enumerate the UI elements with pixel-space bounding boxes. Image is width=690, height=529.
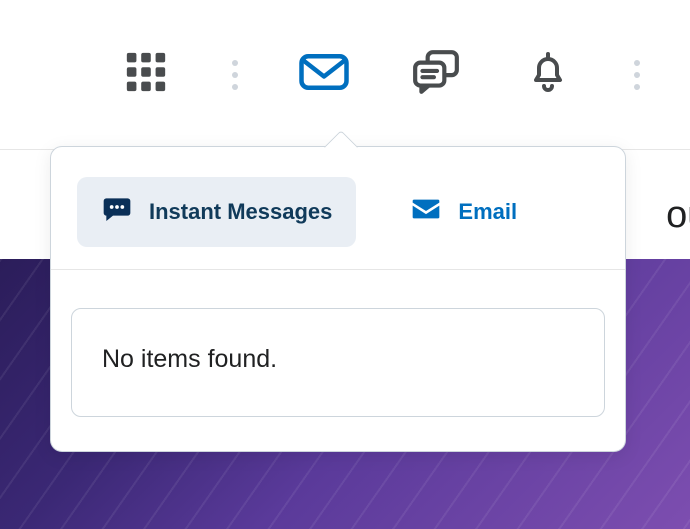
overflow-menu-2[interactable]: [632, 60, 642, 90]
tab-email-label: Email: [458, 199, 517, 225]
envelope-solid-icon: [410, 193, 442, 231]
grid-icon: [123, 49, 169, 100]
empty-state-text: No items found.: [102, 345, 574, 374]
top-navbar: [0, 0, 690, 150]
bell-icon: [524, 48, 572, 101]
overflow-menu-1[interactable]: [230, 60, 240, 90]
discussions-button[interactable]: [408, 47, 464, 103]
vertical-dots-icon: [230, 60, 240, 90]
popover-tab-bar: Instant Messages Email: [51, 147, 625, 270]
tab-email[interactable]: Email: [386, 177, 541, 247]
messages-button[interactable]: [296, 47, 352, 103]
tab-instant-messages-label: Instant Messages: [149, 199, 332, 225]
chat-icon: [411, 47, 461, 102]
tab-instant-messages[interactable]: Instant Messages: [77, 177, 356, 247]
notifications-button[interactable]: [520, 47, 576, 103]
vertical-dots-icon: [632, 60, 642, 90]
messages-popover: Instant Messages Email No items found.: [50, 146, 626, 452]
obscured-text-right: ours: [666, 194, 690, 237]
apps-grid-button[interactable]: [118, 47, 174, 103]
popover-body: No items found.: [51, 270, 625, 451]
empty-state-card: No items found.: [71, 308, 605, 417]
speech-bubble-icon: [101, 193, 133, 231]
envelope-icon: [297, 45, 351, 104]
